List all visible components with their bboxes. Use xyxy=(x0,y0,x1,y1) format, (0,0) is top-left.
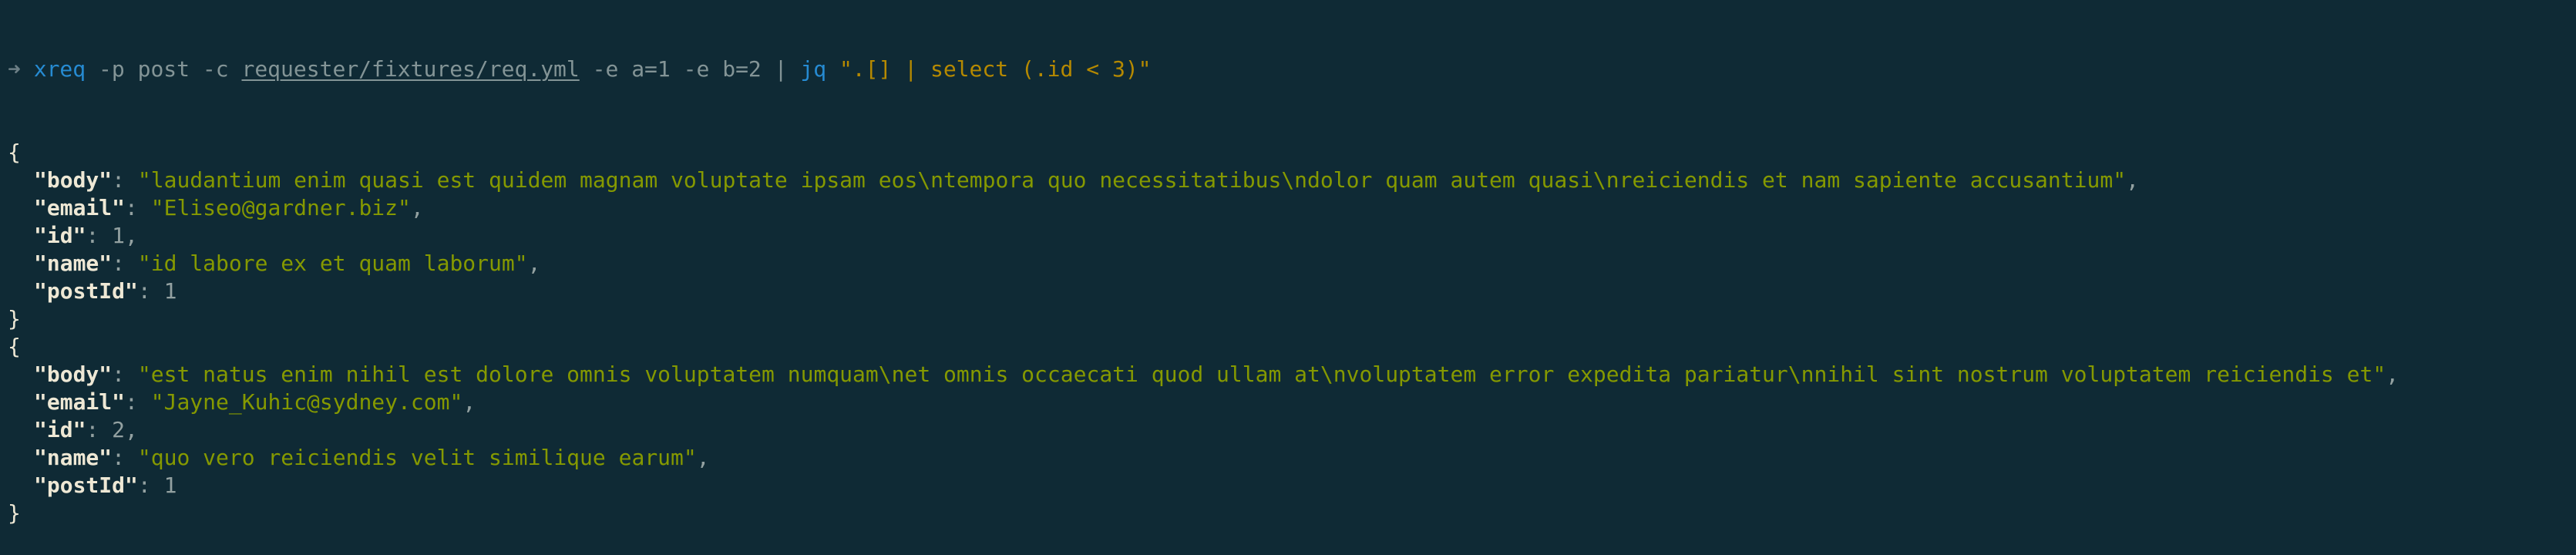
json-colon: : xyxy=(86,223,99,248)
json-field-line: "body": "est natus enim nihil est dolore… xyxy=(8,361,2576,388)
command-arg-flag: -c xyxy=(202,56,229,82)
json-value: "Jayne_Kuhic@sydney.com" xyxy=(150,389,463,415)
json-output: {"body": "laudantium enim quasi est quid… xyxy=(8,139,2576,527)
jq-filter: ".[] | select (.id < 3)" xyxy=(839,56,1152,82)
json-close-brace: } xyxy=(8,306,21,331)
json-field-line: "id": 2, xyxy=(8,416,2576,444)
json-colon: : xyxy=(125,389,138,415)
json-key: "id" xyxy=(34,417,86,442)
json-field-line: "postId": 1 xyxy=(8,472,2576,500)
json-colon: : xyxy=(112,445,126,470)
json-value: "laudantium enim quasi est quidem magnam… xyxy=(137,167,2127,193)
json-key: "name" xyxy=(34,445,113,470)
command-arg-arg: b=2 xyxy=(722,56,762,82)
json-colon: : xyxy=(86,417,99,442)
json-field-line: "id": 1, xyxy=(8,222,2576,250)
command-arg-flag: -p xyxy=(99,56,125,82)
json-value: "Eliseo@gardner.biz" xyxy=(150,195,411,220)
command-arg-path: requester/fixtures/req.yml xyxy=(241,56,580,82)
json-close-brace: } xyxy=(8,500,21,526)
json-colon: : xyxy=(137,473,151,498)
json-value: "quo vero reiciendis velit similique ear… xyxy=(137,445,697,470)
json-comma: , xyxy=(696,445,710,470)
json-colon: : xyxy=(125,195,138,220)
command-arg-flag: -e xyxy=(683,56,710,82)
json-value: 2 xyxy=(112,417,126,442)
json-open-brace: { xyxy=(8,334,21,359)
json-comma: , xyxy=(462,389,476,415)
json-value: 1 xyxy=(163,278,177,304)
terminal-window[interactable]: ➜ xreq -p post -c requester/fixtures/req… xyxy=(0,0,2576,526)
json-field-line: "postId": 1 xyxy=(8,278,2576,305)
json-field-line: "name": "id labore ex et quam laborum", xyxy=(8,250,2576,278)
json-value: 1 xyxy=(163,473,177,498)
json-key: "body" xyxy=(34,362,113,387)
json-comma: , xyxy=(125,417,138,442)
command-line: ➜ xreq -p post -c requester/fixtures/req… xyxy=(8,56,2576,83)
json-comma: , xyxy=(2386,362,2399,387)
json-field-line: "email": "Eliseo@gardner.biz", xyxy=(8,194,2576,222)
json-key: "postId" xyxy=(34,278,138,304)
jq-command: jq xyxy=(800,56,827,82)
command-args: -p post -c requester/fixtures/req.yml -e… xyxy=(86,56,762,82)
command-name: xreq xyxy=(33,56,86,82)
json-colon: : xyxy=(137,278,151,304)
pipe-symbol: | xyxy=(774,56,788,82)
json-key: "id" xyxy=(34,223,86,248)
json-value: "est natus enim nihil est dolore omnis v… xyxy=(137,362,2386,387)
json-comma: , xyxy=(410,195,424,220)
json-field-line: "name": "quo vero reiciendis velit simil… xyxy=(8,444,2576,472)
prompt-arrow-icon: ➜ xyxy=(8,56,21,82)
json-comma: , xyxy=(2126,167,2139,193)
json-key: "email" xyxy=(34,195,126,220)
json-key: "email" xyxy=(34,389,126,415)
command-arg-arg: post xyxy=(137,56,190,82)
json-key: "body" xyxy=(34,167,113,193)
json-value: 1 xyxy=(112,223,126,248)
json-open-brace: { xyxy=(8,140,21,165)
json-field-line: "body": "laudantium enim quasi est quide… xyxy=(8,166,2576,194)
json-colon: : xyxy=(112,251,126,276)
command-arg-flag: -e xyxy=(592,56,619,82)
json-value: "id labore ex et quam laborum" xyxy=(137,251,528,276)
json-comma: , xyxy=(125,223,138,248)
json-comma: , xyxy=(527,251,541,276)
command-arg-arg: a=1 xyxy=(631,56,671,82)
json-colon: : xyxy=(112,362,126,387)
json-key: "name" xyxy=(34,251,113,276)
json-field-line: "email": "Jayne_Kuhic@sydney.com", xyxy=(8,388,2576,416)
json-colon: : xyxy=(112,167,126,193)
json-key: "postId" xyxy=(34,473,138,498)
